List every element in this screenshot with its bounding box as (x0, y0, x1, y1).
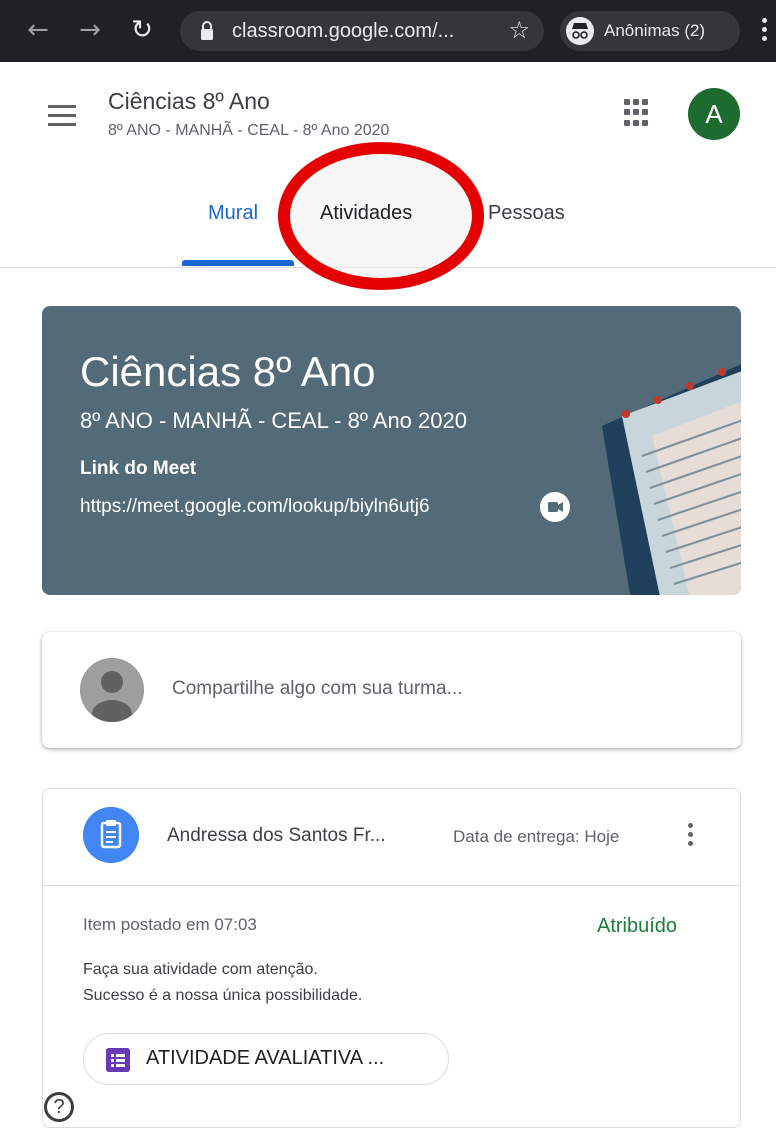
reload-icon[interactable]: ↻ (124, 12, 160, 48)
status-badge: Atribuído (597, 915, 678, 937)
incognito-badge[interactable]: Anônimas (2) (560, 11, 740, 51)
course-subtitle: 8º ANO - MANHÃ - CEAL - 8º Ano 2020 (108, 122, 390, 139)
post-body-line: Faça sua atividade com atenção. (83, 961, 318, 978)
course-title[interactable]: Ciências 8º Ano (108, 88, 270, 115)
tab-atividades[interactable]: Atividades (320, 202, 412, 225)
user-avatar-icon (80, 658, 144, 722)
meet-link[interactable]: https://meet.google.com/lookup/biyln6utj… (80, 496, 430, 518)
attachment-chip[interactable]: ATIVIDADE AVALIATIVA ... (83, 1033, 449, 1085)
google-apps-icon[interactable] (624, 99, 652, 127)
star-icon[interactable]: ☆ (508, 15, 530, 45)
lock-icon (201, 21, 213, 40)
notebook-illustration (602, 364, 741, 595)
incognito-label: Anônimas (2) (604, 21, 706, 40)
back-arrow-icon[interactable]: ← (20, 12, 56, 48)
account-avatar[interactable]: A (688, 88, 740, 140)
meet-link-label: Link do Meet (80, 458, 197, 479)
attachment-title: ATIVIDADE AVALIATIVA ... (146, 1047, 385, 1069)
forward-arrow-icon[interactable]: → (72, 12, 108, 48)
compose-placeholder[interactable]: Compartilhe algo com sua turma... (172, 678, 462, 700)
due-date: Data de entrega: Hoje (453, 827, 620, 846)
share-compose-box[interactable]: Compartilhe algo com sua turma... (42, 632, 741, 748)
post-author: Andressa dos Santos Fr... (167, 825, 386, 846)
assignment-post[interactable]: Andressa dos Santos Fr... Data de entreg… (42, 788, 741, 1128)
post-options-icon[interactable] (688, 823, 694, 853)
banner-subtitle: 8º ANO - MANHÃ - CEAL - 8º Ano 2020 (80, 408, 467, 433)
tab-pessoas[interactable]: Pessoas (488, 202, 565, 225)
assignment-icon (83, 807, 139, 863)
divider (43, 885, 740, 886)
tab-mural[interactable]: Mural (208, 202, 258, 225)
menu-icon[interactable] (48, 105, 76, 127)
browser-toolbar: ← → ↻ classroom.google.com/... ☆ Anônima… (0, 0, 776, 62)
url-text: classroom.google.com/... (232, 20, 455, 42)
incognito-icon (566, 17, 594, 45)
post-body-line: Sucesso é a nossa única possibilidade. (83, 987, 363, 1004)
address-bar[interactable]: classroom.google.com/... ☆ (180, 11, 544, 51)
active-tab-indicator (182, 260, 294, 266)
posted-time: Item postado em 07:03 (83, 915, 257, 934)
classroom-header: Ciências 8º Ano 8º ANO - MANHÃ - CEAL - … (0, 62, 776, 290)
browser-menu-icon[interactable] (762, 18, 768, 44)
banner-title: Ciências 8º Ano (80, 348, 376, 395)
video-camera-icon[interactable] (540, 492, 570, 522)
forms-icon (106, 1048, 130, 1072)
course-banner: Ciências 8º Ano 8º ANO - MANHÃ - CEAL - … (42, 306, 741, 595)
